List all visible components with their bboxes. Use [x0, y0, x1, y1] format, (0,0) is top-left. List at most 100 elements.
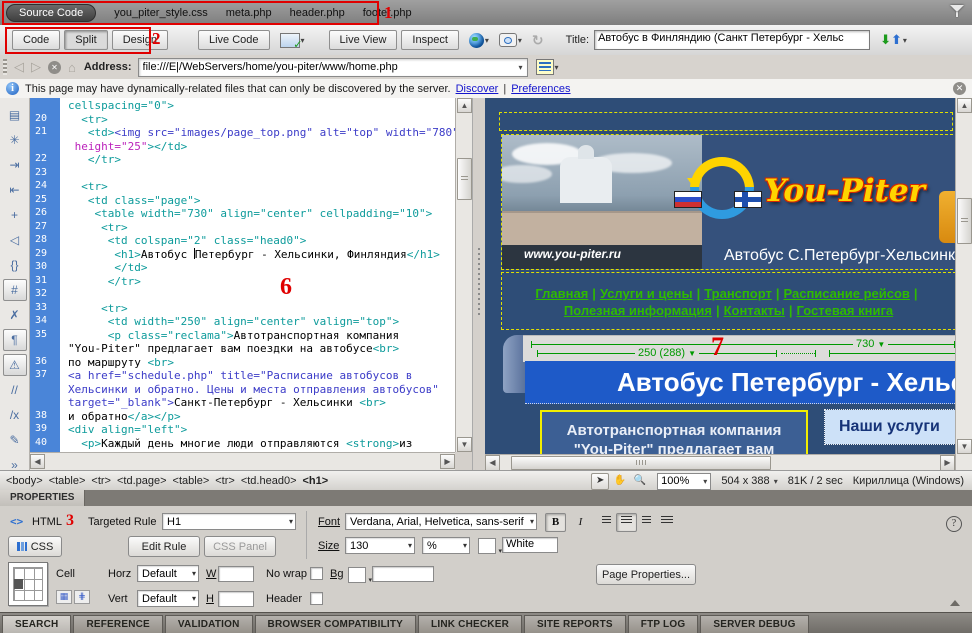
html-mode-icon[interactable]: <>: [10, 515, 23, 528]
code-line[interactable]: <p>Каждый день многие люди отправляются …: [68, 437, 455, 451]
live-code-button[interactable]: Live Code: [198, 30, 270, 50]
magnification-select[interactable]: 100%▾: [657, 473, 711, 490]
code-line[interactable]: <td colspan="2" class="head0">: [68, 234, 455, 248]
menu-link[interactable]: Транспорт: [704, 286, 772, 301]
select-parent-tag-icon[interactable]: ◁: [3, 229, 27, 251]
code-line[interactable]: <tr>: [68, 113, 455, 127]
align-right-button[interactable]: [636, 513, 657, 532]
html-mode-button[interactable]: HTML: [32, 516, 62, 528]
text-color-swatch[interactable]: [478, 538, 496, 554]
code-line[interactable]: </tr>: [68, 153, 455, 167]
open-documents-icon[interactable]: ▤: [3, 104, 27, 126]
results-tab-search[interactable]: SEARCH: [2, 615, 71, 633]
back-icon[interactable]: ◁: [14, 59, 24, 75]
preferences-link[interactable]: Preferences: [511, 83, 570, 95]
code-line[interactable]: <a href="schedule.php" title="Расписание…: [68, 369, 455, 383]
code-line[interactable]: <tr>: [68, 180, 455, 194]
width-field[interactable]: [218, 566, 254, 582]
page-properties-button[interactable]: Page Properties...: [596, 564, 696, 585]
no-wrap-checkbox[interactable]: [310, 567, 323, 580]
code-line[interactable]: </td>: [68, 261, 455, 275]
code-line[interactable]: <tr>: [68, 302, 455, 316]
split-view-button[interactable]: Split: [64, 30, 107, 50]
results-tab-ftp-log[interactable]: FTP LOG: [628, 615, 699, 633]
tag-selector-item[interactable]: <h1>: [303, 475, 329, 487]
code-line[interactable]: target="_blank">Санкт-Петербург - Хельси…: [68, 396, 455, 410]
related-file-tab[interactable]: meta.php: [226, 7, 272, 19]
discover-link[interactable]: Discover: [456, 83, 499, 95]
code-view[interactable]: 2021222324252627282930313233343536373839…: [30, 98, 455, 452]
code-view-button[interactable]: Code: [12, 30, 60, 50]
address-dropdown-icon[interactable]: ▾: [519, 63, 523, 72]
tag-selector-item[interactable]: <tr>: [215, 475, 235, 487]
split-cell-icon[interactable]: ⋕: [74, 590, 90, 604]
forward-icon[interactable]: ▷: [31, 59, 41, 75]
results-tab-site-reports[interactable]: SITE REPORTS: [524, 615, 626, 633]
design-view[interactable]: You-Piter Автобус С.Петербург-Хельсинки …: [485, 98, 955, 454]
view-options-icon[interactable]: [536, 59, 554, 75]
expand-all-icon[interactable]: +: [3, 204, 27, 226]
put-file-icon[interactable]: ⬆: [891, 32, 902, 48]
table-width-bar[interactable]: 730 ▼ 250 (288) ▼ 7: [523, 335, 955, 362]
code-line[interactable]: [68, 167, 455, 181]
get-file-icon[interactable]: ⬇: [880, 32, 891, 48]
code-horizontal-scrollbar[interactable]: ◀ ▶: [30, 452, 455, 471]
code-line[interactable]: </tr>: [68, 275, 455, 289]
window-size-select[interactable]: 504 x 388 ▾: [721, 475, 777, 487]
menu-link[interactable]: Гостевая книга: [797, 303, 894, 318]
highlight-invalid-code-icon[interactable]: ✗: [3, 304, 27, 326]
bold-button[interactable]: B: [545, 513, 566, 532]
hand-tool-icon[interactable]: ✋: [611, 473, 629, 490]
menu-link[interactable]: Расписание рейсов: [783, 286, 909, 301]
table-width-730-menu[interactable]: 730 ▼: [853, 338, 888, 350]
text-color-field[interactable]: White: [502, 537, 558, 553]
tag-selector-item[interactable]: <table>: [173, 475, 210, 487]
results-tab-server-debug[interactable]: SERVER DEBUG: [700, 615, 808, 633]
targeted-rule-select[interactable]: H1▾: [162, 513, 296, 530]
menu-link[interactable]: Услуги и цены: [600, 286, 693, 301]
header-checkbox[interactable]: [310, 592, 323, 605]
height-field[interactable]: [218, 591, 254, 607]
related-file-tab[interactable]: you_piter_style.css: [114, 7, 208, 19]
apply-comment-icon[interactable]: //: [3, 379, 27, 401]
code-line[interactable]: height="25"></td>: [68, 140, 455, 154]
title-input[interactable]: Автобус в Финляндию (Санкт Петербург - Х…: [594, 30, 870, 50]
code-line[interactable]: "You-Piter" предлагает вам поездки на ав…: [68, 342, 455, 356]
font-select[interactable]: Verdana, Arial, Helvetica, sans-serif▾: [345, 513, 537, 530]
code-line[interactable]: Хельсинки и обратно. Цены и места отправ…: [68, 383, 455, 397]
zoom-tool-icon[interactable]: 🔍: [631, 473, 649, 490]
page-heading-cell[interactable]: Автобус Петербург - Хельсин: [525, 361, 955, 404]
code-line[interactable]: <table width="730" align="center" cellpa…: [68, 207, 455, 221]
results-tab-link-checker[interactable]: LINK CHECKER: [418, 615, 522, 633]
line-numbers-icon[interactable]: #: [3, 279, 27, 301]
column-width-250-menu[interactable]: 250 (288) ▼: [635, 347, 699, 359]
balance-braces-icon[interactable]: {}: [3, 254, 27, 276]
code-line[interactable]: по маршруту <br>: [68, 356, 455, 370]
code-vertical-scrollbar[interactable]: ▲ ▼: [455, 98, 473, 452]
collapse-full-tag-icon[interactable]: ⇥: [3, 154, 27, 176]
filter-related-files-icon[interactable]: [950, 5, 964, 17]
design-horizontal-scrollbar[interactable]: ◀ ▶: [485, 454, 955, 471]
design-top-row[interactable]: [499, 112, 953, 131]
bg-color-swatch[interactable]: [348, 567, 366, 583]
tab-source-code[interactable]: Source Code: [6, 4, 96, 22]
syntax-error-alerts-icon[interactable]: ⚠: [3, 354, 27, 376]
close-info-bar-icon[interactable]: ✕: [953, 82, 966, 95]
css-mode-button[interactable]: CSS: [8, 536, 62, 557]
preview-in-browser-icon[interactable]: [469, 33, 484, 48]
design-vertical-scrollbar[interactable]: ▲ ▼: [955, 98, 972, 454]
tag-selector-item[interactable]: <tr>: [91, 475, 111, 487]
tag-selector-item[interactable]: <table>: [49, 475, 86, 487]
horz-select[interactable]: Default▾: [137, 565, 199, 582]
edit-rule-button[interactable]: Edit Rule: [128, 536, 200, 557]
help-icon[interactable]: ?: [946, 516, 962, 532]
vert-select[interactable]: Default▾: [137, 590, 199, 607]
code-line[interactable]: [68, 288, 455, 302]
live-view-button[interactable]: Live View: [329, 30, 398, 50]
promo-cell[interactable]: Автотранспортная компания "You-Piter" пр…: [540, 410, 808, 454]
code-line[interactable]: <h1>Автобус Петербург - Хельсинки, Финля…: [68, 248, 455, 262]
code-line[interactable]: <td width="250" align="center" valign="t…: [68, 315, 455, 329]
format-source-code-icon[interactable]: ✎: [3, 429, 27, 451]
results-tab-validation[interactable]: VALIDATION: [165, 615, 253, 633]
home-icon[interactable]: ⌂: [68, 60, 76, 75]
